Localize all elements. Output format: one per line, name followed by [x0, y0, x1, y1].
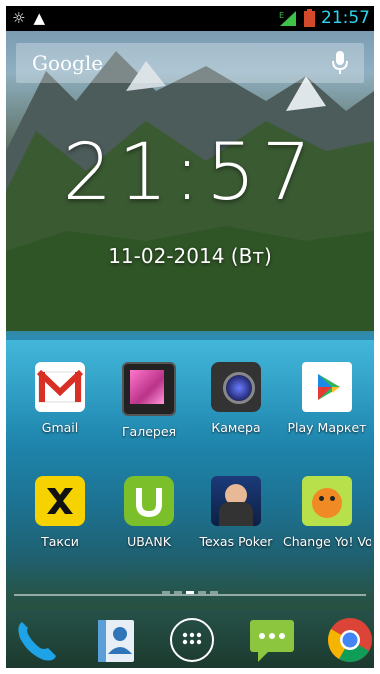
google-search-bar[interactable]: Google [16, 43, 364, 83]
app-label: Change Yo! Vo [283, 534, 371, 549]
dock [6, 610, 374, 668]
chrome-icon[interactable] [324, 614, 374, 666]
messaging-icon[interactable] [246, 614, 298, 666]
app-label: Gmail [41, 420, 79, 435]
taxi-icon [35, 476, 85, 526]
app-gmail[interactable]: Gmail [16, 362, 104, 435]
app-label: Камера [211, 420, 261, 435]
app-label: Play Маркет [287, 420, 367, 435]
status-clock: 21:57 [321, 8, 370, 28]
gallery-icon [122, 362, 176, 416]
battery-icon [304, 9, 315, 27]
dock-divider [14, 594, 366, 596]
app-drawer-icon[interactable] [166, 614, 218, 666]
app-taxi[interactable]: Такси [16, 476, 104, 549]
ubank-icon [124, 476, 174, 526]
clock-widget-date: 11-02-2014 (Вт) [108, 244, 272, 268]
network-type-label: E [279, 11, 284, 20]
google-logo: Google [32, 51, 104, 75]
phone-icon[interactable] [10, 614, 62, 666]
camera-icon [211, 362, 261, 412]
contacts-icon[interactable] [90, 614, 142, 666]
gmail-icon [35, 362, 85, 412]
microphone-icon[interactable] [332, 51, 348, 75]
app-label: Texas Poker [199, 534, 273, 549]
app-gallery[interactable]: Галерея [105, 362, 193, 439]
app-camera[interactable]: Камера [192, 362, 280, 435]
warning-icon: ▲ [33, 9, 45, 27]
app-play-store[interactable]: Play Маркет [283, 362, 371, 435]
app-label: Галерея [121, 424, 177, 439]
brightness-icon: ☼ [12, 9, 26, 27]
home-screen: ☼ ▲ E 21:57 Google 21:57 11-02-2014 (Вт) [6, 6, 374, 668]
app-ubank[interactable]: UBANK [105, 476, 193, 549]
texas-poker-icon [211, 476, 261, 526]
clock-widget-time[interactable]: 21:57 [6, 134, 374, 212]
play-store-icon [302, 362, 352, 412]
app-change-yo[interactable]: Change Yo! Vo [283, 476, 371, 549]
app-texas-poker[interactable]: Texas Poker [192, 476, 280, 549]
app-label: Такси [41, 534, 79, 549]
signal-icon: E [279, 11, 296, 26]
change-yo-icon [302, 476, 352, 526]
status-bar: ☼ ▲ E 21:57 [6, 6, 374, 31]
app-label: UBANK [127, 534, 171, 549]
